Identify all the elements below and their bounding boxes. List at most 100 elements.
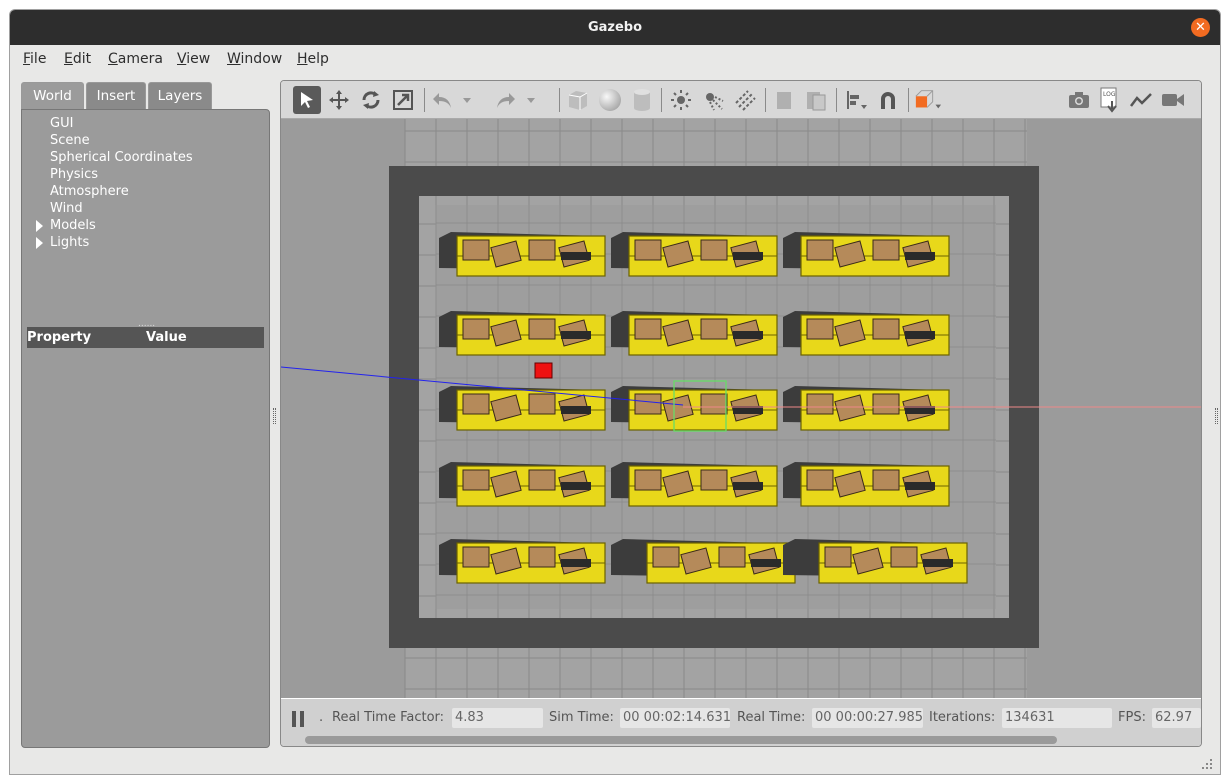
pause-button[interactable] bbox=[292, 711, 306, 727]
align-icon[interactable] bbox=[842, 86, 870, 114]
select-icon[interactable] bbox=[293, 86, 321, 114]
box-top-dark bbox=[561, 331, 591, 339]
cardboard-box bbox=[700, 318, 728, 340]
menu-help[interactable]: Help bbox=[297, 51, 329, 67]
box-top-dark bbox=[905, 482, 935, 490]
directional-light-icon[interactable] bbox=[731, 86, 759, 114]
paste-icon[interactable] bbox=[802, 86, 830, 114]
sim-time-value: 00 00:02:14.631 bbox=[620, 708, 730, 728]
tree-item-wind[interactable]: Wind bbox=[50, 201, 83, 216]
box-top-dark bbox=[561, 406, 591, 414]
expand-arrow-icon[interactable] bbox=[36, 237, 43, 249]
tab-world[interactable]: World bbox=[21, 82, 84, 110]
scene-toolbar: LOG bbox=[281, 81, 1201, 119]
tree-item-models[interactable]: Models bbox=[50, 218, 96, 233]
cylinder-icon[interactable] bbox=[628, 86, 656, 114]
tree-item-atmosphere[interactable]: Atmosphere bbox=[50, 184, 129, 199]
cardboard-box bbox=[528, 239, 556, 261]
box-top-dark bbox=[923, 559, 953, 567]
step-dot: . bbox=[319, 710, 324, 725]
real-time-factor-label: Real Time Factor: bbox=[332, 710, 445, 725]
box-icon[interactable] bbox=[564, 86, 592, 114]
view-angle-icon[interactable] bbox=[914, 86, 942, 114]
scale-icon[interactable] bbox=[389, 86, 417, 114]
sphere-icon[interactable] bbox=[596, 86, 624, 114]
menu-view[interactable]: View bbox=[177, 51, 210, 67]
world-panel: GUI Scene Spherical Coordinates Physics … bbox=[21, 109, 270, 748]
cardboard-box bbox=[824, 546, 852, 568]
sim-time-label: Sim Time: bbox=[549, 710, 614, 725]
record-icon[interactable] bbox=[1159, 86, 1187, 114]
property-table-header: Property Value bbox=[27, 327, 264, 348]
cardboard-box bbox=[718, 546, 746, 568]
toolbar-separator bbox=[559, 88, 560, 112]
box-top-dark bbox=[733, 252, 763, 260]
redo-dropdown-icon[interactable] bbox=[525, 86, 537, 114]
cardboard-box bbox=[890, 546, 918, 568]
panel-splitter-handle[interactable] bbox=[273, 408, 276, 424]
toolbar-separator bbox=[908, 88, 909, 112]
box-top-dark bbox=[561, 559, 591, 567]
tree-item-scene[interactable]: Scene bbox=[50, 133, 90, 148]
plot-icon[interactable] bbox=[1127, 86, 1155, 114]
cardboard-box bbox=[634, 318, 662, 340]
cardboard-box bbox=[528, 393, 556, 415]
cardboard-box bbox=[634, 469, 662, 491]
cardboard-box bbox=[634, 239, 662, 261]
cardboard-box bbox=[462, 546, 490, 568]
close-button[interactable]: ✕ bbox=[1191, 18, 1210, 37]
cardboard-box bbox=[700, 469, 728, 491]
cardboard-box bbox=[462, 239, 490, 261]
screenshot-icon[interactable] bbox=[1065, 86, 1093, 114]
toolbar-separator bbox=[424, 88, 425, 112]
iterations-value: 134631 bbox=[1002, 708, 1112, 728]
cardboard-box bbox=[634, 393, 662, 415]
menu-edit[interactable]: Edit bbox=[64, 51, 91, 67]
resize-grip-icon[interactable] bbox=[1202, 758, 1212, 769]
scene-render[interactable] bbox=[281, 119, 1201, 698]
log-icon[interactable]: LOG bbox=[1096, 86, 1124, 114]
box-top-dark bbox=[905, 331, 935, 339]
point-light-icon[interactable] bbox=[667, 86, 695, 114]
undo-icon[interactable] bbox=[429, 86, 457, 114]
tree-item-gui[interactable]: GUI bbox=[50, 116, 73, 131]
box-top-dark bbox=[561, 252, 591, 260]
tab-insert[interactable]: Insert bbox=[86, 82, 146, 110]
copy-icon[interactable] bbox=[770, 86, 798, 114]
iterations-label: Iterations: bbox=[929, 710, 996, 725]
redo-icon[interactable] bbox=[491, 86, 519, 114]
tree-item-spherical-coordinates[interactable]: Spherical Coordinates bbox=[50, 150, 193, 165]
horizontal-scrollbar[interactable] bbox=[305, 736, 1057, 744]
svg-text:LOG: LOG bbox=[1103, 91, 1116, 98]
cardboard-box bbox=[462, 393, 490, 415]
cardboard-box bbox=[872, 393, 900, 415]
cardboard-box bbox=[806, 318, 834, 340]
window-title: Gazebo bbox=[587, 20, 643, 35]
cardboard-box bbox=[806, 393, 834, 415]
cardboard-box bbox=[652, 546, 680, 568]
menu-camera[interactable]: Camera bbox=[108, 51, 163, 67]
tree-item-lights[interactable]: Lights bbox=[50, 235, 89, 250]
menu-bar: File Edit Camera View Window Help bbox=[10, 45, 1220, 73]
rotate-icon[interactable] bbox=[357, 86, 385, 114]
snap-icon[interactable] bbox=[874, 86, 902, 114]
spot-light-icon[interactable] bbox=[699, 86, 727, 114]
tree-item-physics[interactable]: Physics bbox=[50, 167, 98, 182]
menu-file[interactable]: File bbox=[23, 51, 46, 67]
cardboard-box bbox=[462, 318, 490, 340]
box-top-dark bbox=[905, 252, 935, 260]
expand-arrow-icon[interactable] bbox=[36, 220, 43, 232]
value-column-header: Value bbox=[146, 330, 187, 345]
box-top-dark bbox=[751, 559, 781, 567]
cardboard-box bbox=[806, 239, 834, 261]
undo-dropdown-icon[interactable] bbox=[461, 86, 473, 114]
menu-window[interactable]: Window bbox=[227, 51, 282, 67]
right-splitter-handle[interactable] bbox=[1215, 408, 1218, 424]
cardboard-box bbox=[872, 469, 900, 491]
scene-viewport[interactable] bbox=[281, 119, 1201, 698]
scene-frame: LOG . Real Time Factor: 4.83 Sim Time: 0… bbox=[280, 80, 1202, 747]
status-bar: . Real Time Factor: 4.83 Sim Time: 00 00… bbox=[281, 699, 1201, 746]
tab-layers[interactable]: Layers bbox=[148, 82, 212, 110]
translate-icon[interactable] bbox=[325, 86, 353, 114]
cardboard-box bbox=[462, 469, 490, 491]
